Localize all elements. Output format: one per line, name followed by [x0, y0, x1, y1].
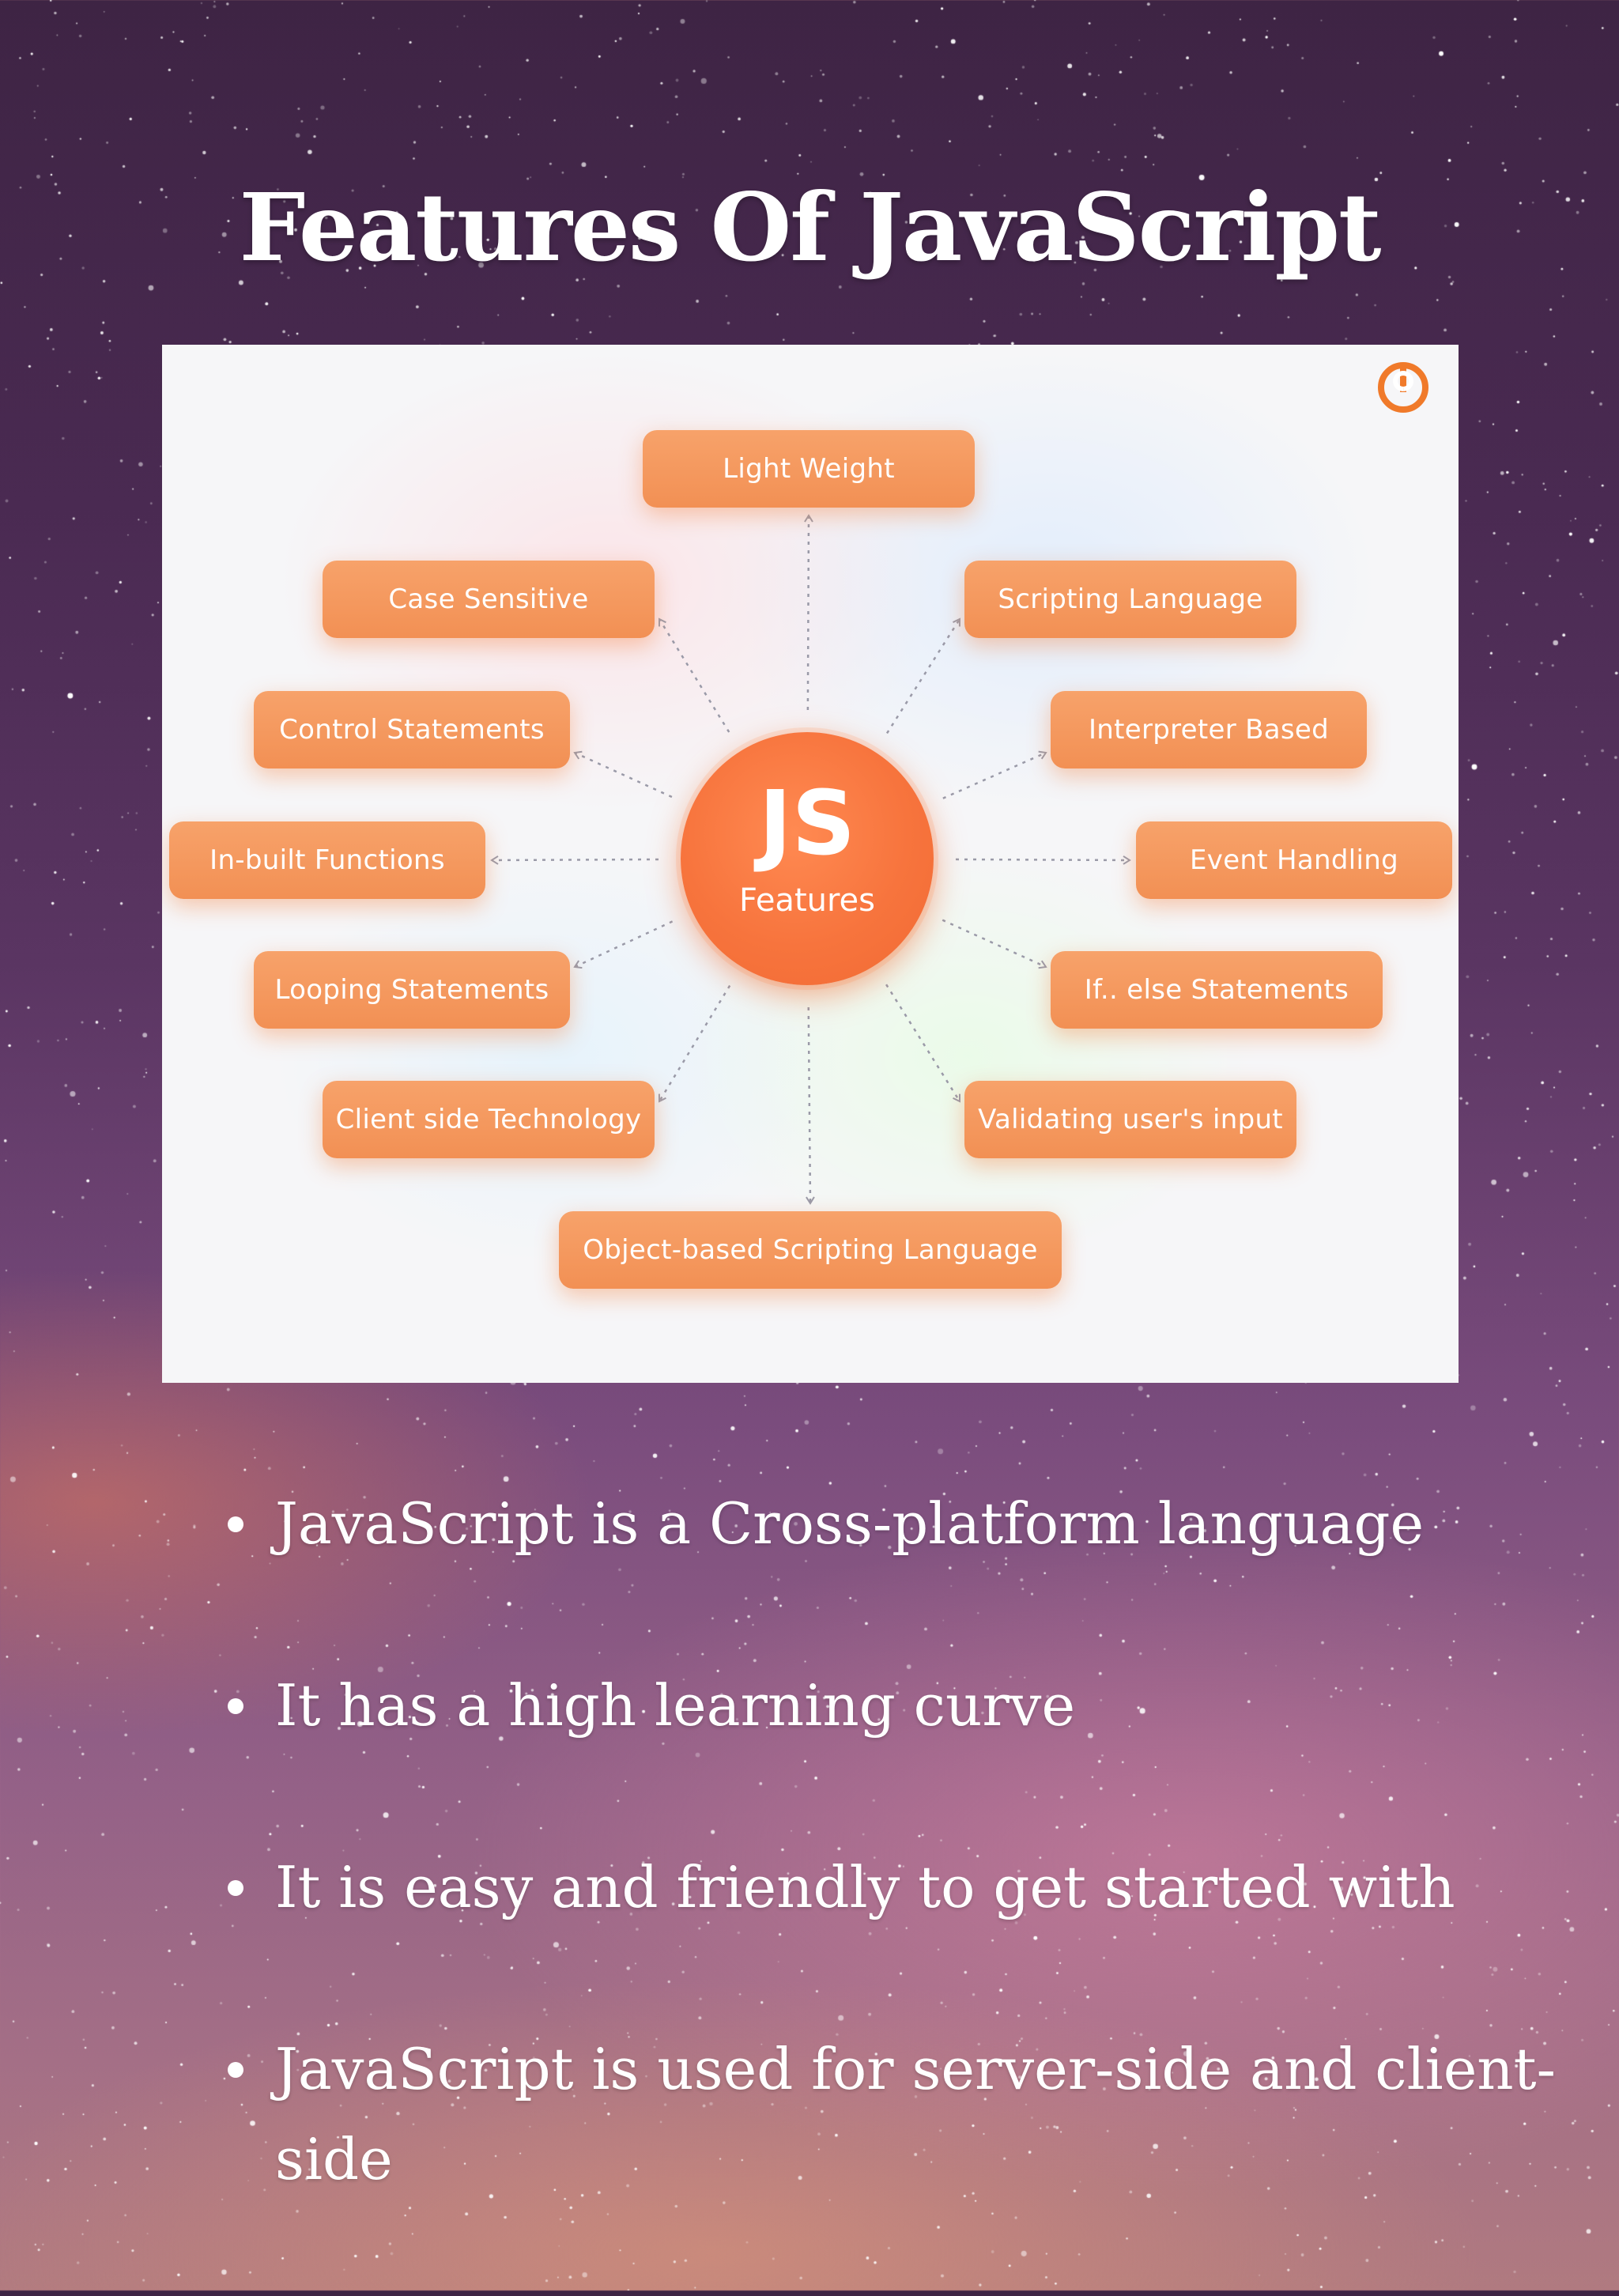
- bullet-dot-icon: [228, 1880, 243, 1896]
- features-diagram: Light Weight Scripting Language Interpre…: [162, 345, 1459, 1383]
- bullet-item: It has a high learning curve: [221, 1660, 1581, 1750]
- bullet-text: It is easy and friendly to get started w…: [275, 1854, 1455, 1920]
- bullet-dot-icon: [228, 1516, 243, 1532]
- feature-event-handling: Event Handling: [1136, 821, 1452, 899]
- connector-arrow: [885, 617, 961, 734]
- feature-light-weight: Light Weight: [643, 430, 975, 508]
- feature-client-side-technology: Client side Technology: [323, 1081, 655, 1158]
- connector-arrow: [804, 514, 813, 711]
- feature-object-based-scripting: Object-based Scripting Language: [559, 1211, 1062, 1289]
- feature-validating-user-input: Validating user's input: [964, 1081, 1296, 1158]
- bullet-item: JavaScript is a Cross-platform language: [221, 1478, 1581, 1569]
- bullet-text: It has a high learning curve: [275, 1672, 1076, 1739]
- bullet-text: JavaScript is used for server-side and c…: [275, 2036, 1556, 2192]
- hub-title: JS: [758, 772, 856, 875]
- feature-if-else-statements: If.. else Statements: [1051, 951, 1383, 1029]
- feature-in-built-functions: In-built Functions: [169, 821, 485, 899]
- bullet-dot-icon: [228, 2062, 243, 2078]
- bullet-item: JavaScript is used for server-side and c…: [221, 2024, 1581, 2204]
- connector-arrow: [573, 750, 673, 799]
- brand-logo-icon: [1378, 362, 1428, 413]
- connector-arrow: [942, 750, 1047, 799]
- js-features-hub: JS Features: [681, 732, 934, 985]
- connector-arrow: [955, 855, 1131, 865]
- bullet-dot-icon: [228, 1698, 243, 1714]
- connector-arrow: [942, 919, 1047, 969]
- feature-interpreter-based: Interpreter Based: [1051, 691, 1367, 768]
- connector-arrow: [806, 1006, 815, 1205]
- page-title: Features Of JavaScript: [239, 172, 1382, 282]
- bullet-item: It is easy and friendly to get started w…: [221, 1842, 1581, 1932]
- feature-case-sensitive: Case Sensitive: [323, 561, 655, 638]
- connector-arrow: [658, 984, 731, 1103]
- connector-arrow: [573, 920, 674, 969]
- connector-arrow: [490, 855, 659, 865]
- connector-arrow: [658, 617, 730, 733]
- feature-bullet-list: JavaScript is a Cross-platform language …: [221, 1478, 1581, 2296]
- connector-arrow: [885, 984, 961, 1103]
- feature-control-statements: Control Statements: [254, 691, 570, 768]
- feature-looping-statements: Looping Statements: [254, 951, 570, 1029]
- bullet-text: JavaScript is a Cross-platform language: [275, 1490, 1425, 1557]
- feature-scripting-language: Scripting Language: [964, 561, 1296, 638]
- hub-subtitle: Features: [739, 882, 875, 919]
